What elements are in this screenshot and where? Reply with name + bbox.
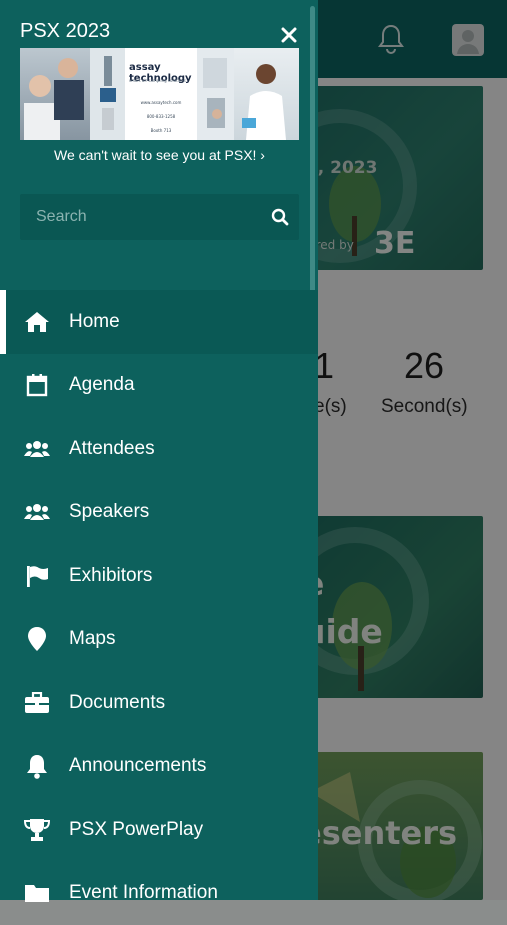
sponsor-banner[interactable]: assay technology smart air sampling solu…: [20, 48, 299, 140]
banner-photo-sampler-1: [90, 48, 125, 140]
nav-item-psx-powerplay[interactable]: PSX PowerPlay: [0, 798, 318, 862]
nav-item-maps[interactable]: Maps: [0, 608, 318, 672]
nav-item-documents[interactable]: Documents: [0, 671, 318, 735]
banner-link[interactable]: We can't wait to see you at PSX! ›: [20, 147, 299, 163]
drawer-scrollbar[interactable]: [310, 6, 315, 302]
nav-item-announcements[interactable]: Announcements: [0, 735, 318, 799]
event-title: PSX 2023: [20, 20, 110, 43]
nav-item-speakers[interactable]: Speakers: [0, 481, 318, 545]
search-input[interactable]: Search: [36, 194, 87, 240]
search-icon[interactable]: [271, 208, 289, 226]
nav-menu: Home Agenda Attendees Speakers Exhibitor…: [0, 290, 318, 925]
nav-item-agenda[interactable]: Agenda: [0, 354, 318, 418]
banner-photo-sampler-2: [197, 48, 234, 140]
navigation-drawer: PSX 2023 assay technology smart air samp…: [0, 0, 318, 900]
nav-item-exhibitors[interactable]: Exhibitors: [0, 544, 318, 608]
close-drawer-button[interactable]: [276, 22, 302, 48]
nav-item-home[interactable]: Home: [0, 290, 318, 354]
nav-item-event-information[interactable]: Event Information: [0, 862, 318, 925]
users-icon: [24, 499, 50, 525]
briefcase-icon: [24, 690, 50, 716]
folder-icon: [24, 880, 50, 906]
assay-technology-logo: assay technology smart air sampling solu…: [125, 48, 197, 140]
banner-photo-lab-worker: [234, 48, 299, 140]
search-bar[interactable]: Search: [20, 194, 299, 240]
nav-item-attendees[interactable]: Attendees: [0, 417, 318, 481]
flag-icon: [24, 563, 50, 589]
trophy-icon: [24, 817, 50, 843]
calendar-icon: [24, 372, 50, 398]
bell-icon: [24, 753, 50, 779]
users-icon: [24, 436, 50, 462]
banner-photo-scientists: [20, 48, 90, 140]
home-icon: [24, 309, 50, 335]
close-icon: [281, 27, 297, 43]
map-pin-icon: [24, 626, 50, 652]
